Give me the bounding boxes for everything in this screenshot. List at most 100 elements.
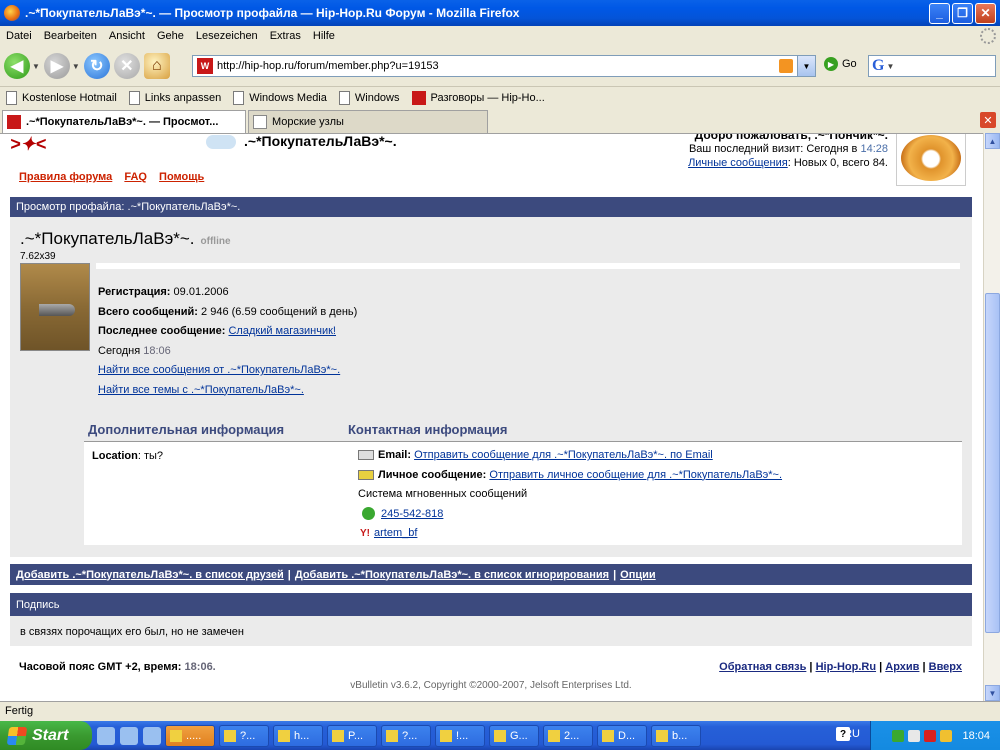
profile-actions: Добавить .~*ПокупательЛаВэ*~. в список д… — [10, 564, 972, 585]
help-link[interactable]: Помощь — [159, 171, 204, 183]
app-icon — [440, 729, 452, 742]
scroll-thumb[interactable] — [985, 293, 1000, 633]
feedback-link[interactable]: Обратная связь — [719, 661, 806, 673]
taskbar-label: !... — [456, 729, 469, 742]
close-button[interactable]: ✕ — [975, 2, 996, 24]
rss-icon[interactable] — [779, 59, 793, 73]
document-icon — [128, 90, 140, 105]
copyright: vBulletin v3.6.2, Copyright ©2000-2007, … — [350, 680, 632, 691]
bookmark-item[interactable]: Links anpassen — [128, 90, 221, 105]
document-icon — [6, 90, 17, 105]
volume-icon[interactable] — [940, 729, 953, 742]
find-threads-link[interactable]: Найти все темы с .~*ПокупательЛаВэ*~. — [98, 384, 304, 396]
add-friend-link[interactable]: Добавить .~*ПокупательЛаВэ*~. в список д… — [16, 569, 284, 581]
find-posts-link[interactable]: Найти все сообщения от .~*ПокупательЛаВэ… — [98, 364, 340, 376]
taskbar-button[interactable]: ?... — [381, 724, 431, 747]
search-field[interactable]: G ▼ — [868, 55, 996, 77]
menu-bearbeiten[interactable]: Bearbeiten — [38, 30, 103, 42]
forward-dropdown-icon[interactable]: ▼ — [72, 62, 80, 71]
quicklaunch-icon[interactable] — [97, 726, 115, 745]
bookmark-item[interactable]: Разговоры — Hip-Ho... — [411, 90, 545, 105]
profile-name: .~*ПокупательЛаВэ*~. offline — [20, 229, 231, 249]
taskbar-button[interactable]: ..... — [165, 724, 215, 747]
bookmark-item[interactable]: Windows Media — [233, 90, 327, 105]
archive-link[interactable]: Архив — [885, 661, 919, 673]
location-row: Location: ты? — [92, 450, 163, 462]
url-field[interactable]: W http://hip-hop.ru/forum/member.php?u=1… — [192, 55, 816, 77]
location-label: Location — [92, 450, 138, 462]
menu-datei[interactable]: Datei — [0, 30, 38, 42]
taskbar-button[interactable]: 2... — [543, 724, 593, 747]
scroll-down-icon[interactable]: ▼ — [985, 685, 1000, 701]
menu-ansicht[interactable]: Ansicht — [103, 30, 151, 42]
tab-profile[interactable]: .~*ПокупательЛаВэ*~. — Просмот... — [2, 110, 246, 133]
stop-button[interactable]: ✕ — [113, 53, 140, 79]
folder-icon — [494, 729, 506, 742]
reload-button[interactable]: ↻ — [83, 53, 110, 79]
bookmark-item[interactable]: Kostenlose Hotmail — [6, 90, 117, 105]
menu-hilfe[interactable]: Hilfe — [307, 30, 341, 42]
taskbar-button[interactable]: G... — [489, 724, 539, 747]
rules-link[interactable]: Правила форума — [19, 171, 112, 183]
email-link[interactable]: Отправить сообщение для .~*ПокупательЛаВ… — [414, 449, 713, 461]
minimize-button[interactable]: _ — [929, 2, 950, 24]
find-posts-row: Найти все сообщения от .~*ПокупательЛаВэ… — [98, 361, 357, 381]
taskbar-button[interactable]: h... — [273, 724, 323, 747]
folder-icon — [548, 729, 560, 742]
icq-link[interactable]: 245-542-818 — [381, 508, 443, 520]
tab-knots[interactable]: Морские узлы — [248, 110, 488, 133]
document-icon — [233, 90, 245, 105]
home-button[interactable]: ⌂ — [143, 53, 170, 79]
taskbar-button[interactable]: P... — [327, 724, 377, 747]
email-icon — [358, 450, 374, 461]
last-activity-row: Сегодня 18:06 — [98, 342, 357, 362]
windows-logo-icon — [6, 726, 28, 745]
document-icon — [338, 90, 350, 105]
back-button[interactable]: ◀ — [4, 53, 30, 79]
last-post-link[interactable]: Сладкий магазинчик! — [228, 325, 336, 337]
quicklaunch-icon[interactable] — [120, 726, 138, 745]
top-link[interactable]: Вверх — [929, 661, 962, 673]
close-tab-button[interactable]: ✕ — [980, 112, 996, 128]
app-icon — [386, 729, 398, 742]
go-label: Go — [842, 58, 857, 70]
yahoo-link[interactable]: artem_bf — [374, 527, 417, 539]
send-pm-link[interactable]: Отправить личное сообщение для .~*Покупа… — [489, 469, 782, 481]
profile-name-text: .~*ПокупательЛаВэ*~. — [20, 229, 195, 248]
antivirus-icon[interactable] — [924, 729, 937, 742]
taskbar-button[interactable]: !... — [435, 724, 485, 747]
maximize-button[interactable]: ❐ — [952, 2, 973, 24]
taskbar-button[interactable]: ?... — [219, 724, 269, 747]
taskbar-button[interactable]: D... — [597, 724, 647, 747]
search-engine-dropdown-icon[interactable]: ▼ — [886, 62, 894, 71]
taskbar-label: ..... — [186, 729, 202, 742]
menu-lesezeichen[interactable]: Lesezeichen — [190, 30, 264, 42]
menu-gehe[interactable]: Gehe — [151, 30, 190, 42]
go-button[interactable]: ▶ Go — [824, 57, 857, 71]
vertical-scrollbar[interactable]: ▲ ▼ — [983, 133, 1000, 701]
quicklaunch-icon[interactable] — [143, 726, 161, 745]
home-link[interactable]: Hip-Hop.Ru — [816, 661, 876, 673]
url-text: http://hip-hop.ru/forum/member.php?u=191… — [217, 60, 439, 72]
taskbar-button[interactable]: b... — [651, 724, 701, 747]
pm-link[interactable]: Личные сообщения — [688, 157, 788, 169]
private-message-icon — [358, 469, 374, 480]
taskbar-label: h... — [294, 729, 310, 742]
user-avatar[interactable] — [896, 134, 966, 186]
network-icon[interactable] — [908, 729, 921, 742]
forward-button[interactable]: ▶ — [43, 53, 70, 79]
faq-link[interactable]: FAQ — [124, 171, 147, 183]
bookmark-item[interactable]: Windows — [338, 90, 400, 105]
forum-logo[interactable]: >✦< — [10, 134, 130, 156]
help-icon[interactable]: ? — [836, 727, 850, 741]
hiphop-icon — [7, 115, 21, 129]
back-dropdown-icon[interactable]: ▼ — [32, 62, 40, 71]
icq-tray-icon[interactable] — [892, 729, 905, 742]
options-link[interactable]: Опции — [620, 569, 656, 581]
menu-extras[interactable]: Extras — [264, 30, 307, 42]
start-button[interactable]: Start — [0, 721, 92, 750]
hiphop-icon — [411, 90, 426, 105]
scroll-up-icon[interactable]: ▲ — [985, 133, 1000, 149]
add-ignore-link[interactable]: Добавить .~*ПокупательЛаВэ*~. в список и… — [295, 569, 609, 581]
url-dropdown-icon[interactable]: ▼ — [797, 56, 815, 76]
